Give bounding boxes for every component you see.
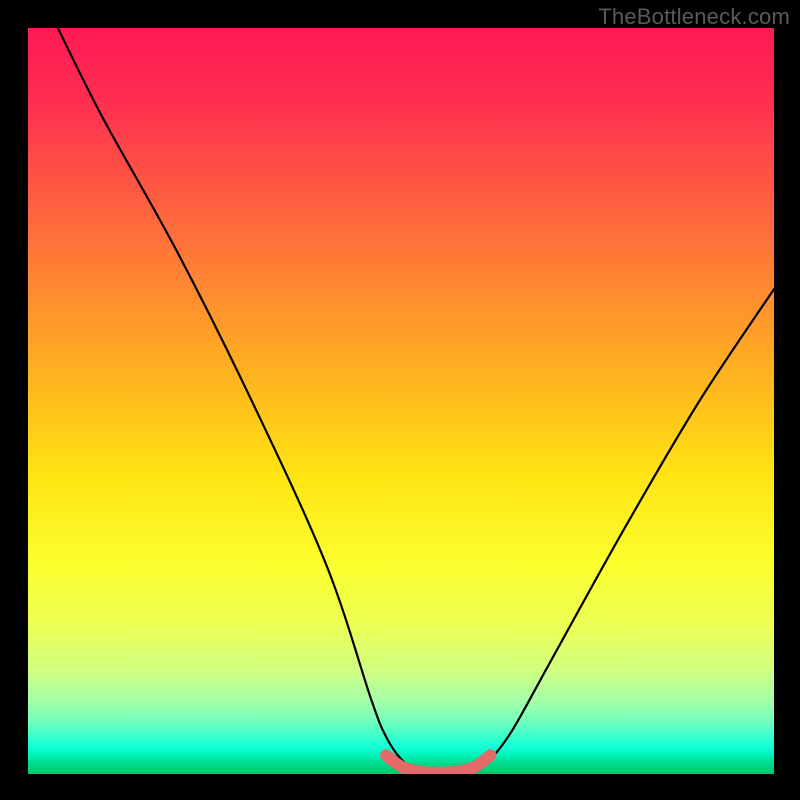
- watermark-label: TheBottleneck.com: [598, 4, 790, 30]
- chart-frame: [28, 28, 774, 774]
- gradient-background: [28, 28, 774, 774]
- bottleneck-chart: [28, 28, 774, 774]
